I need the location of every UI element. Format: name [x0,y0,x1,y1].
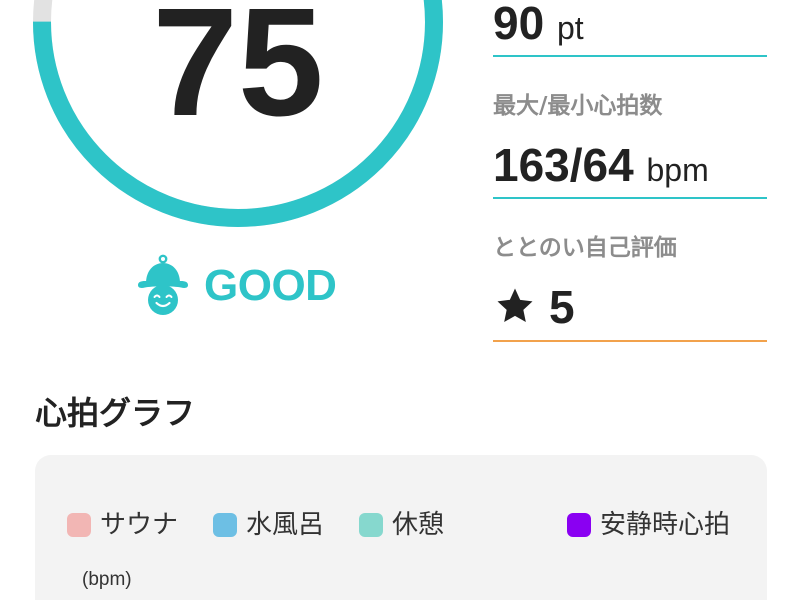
legend-label: 休憩 [392,510,445,540]
star-icon [497,288,533,322]
points-value: 90 [493,0,545,49]
legend-swatch [567,513,591,537]
heart-rate-label: 最大/最小心拍数 [493,93,663,119]
legend-swatch [359,513,383,537]
legend-item-sauna: サウナ [67,510,178,540]
points-unit: pt [556,10,584,46]
legend-item-resting-heart-rate: 安静時心拍 [567,510,730,540]
heart-graph-title: 心拍グラフ [35,394,196,432]
legend-label: 安静時心拍 [600,510,731,540]
sauna-hat-mascot-icon [138,254,188,315]
legend-label: 水風呂 [246,510,325,540]
legend-swatch [213,513,237,537]
points-display: 90 pt [493,0,584,46]
self-rating-display: 5 [549,284,575,330]
heart-rate-underline [493,197,767,199]
heart-rate-display: 163/64 bpm [493,142,709,188]
self-rating-underline [493,340,767,342]
heart-rate-unit: bpm [646,152,709,188]
heart-graph-card: サウナ 水風呂 休憩 安静時心拍 (bpm) [35,455,767,600]
heart-rate-value: 163/64 [493,139,634,191]
legend-item-rest: 休憩 [359,510,444,540]
legend-label: サウナ [100,510,179,540]
self-rating-label: ととのい自己評価 [493,235,677,261]
y-axis-unit-label: (bpm) [82,569,132,590]
score-value: 75 [152,0,324,148]
legend-swatch [67,513,91,537]
self-rating-value: 5 [549,281,575,333]
points-underline [493,55,767,57]
score-status-label: GOOD [204,261,337,310]
legend-item-cold-bath: 水風呂 [213,510,324,540]
